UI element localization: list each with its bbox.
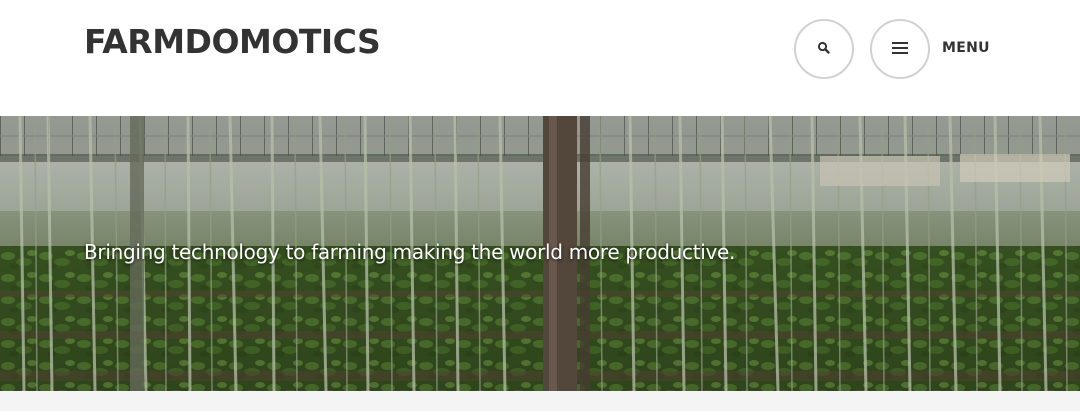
site-header: FARMDOMOTICS MENU — [0, 0, 1080, 116]
menu-toggle-button[interactable] — [870, 19, 930, 79]
site-title[interactable]: FARMDOMOTICS — [84, 22, 381, 61]
menu-label[interactable]: MENU — [942, 40, 990, 56]
search-icon — [817, 40, 831, 59]
hero-banner: Bringing technology to farming making th… — [0, 116, 1080, 391]
hero-tagline: Bringing technology to farming making th… — [84, 240, 736, 264]
hamburger-icon — [891, 40, 909, 59]
search-button[interactable] — [794, 19, 854, 79]
content-area-top — [0, 391, 1080, 411]
